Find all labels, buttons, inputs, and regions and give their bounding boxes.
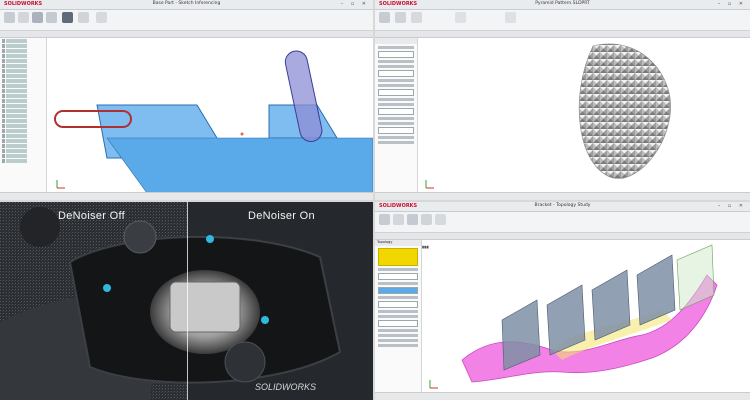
axis-triad-icon bbox=[425, 180, 434, 189]
caption-denoiser-off: DeNoiser Off bbox=[58, 210, 125, 222]
title-bar: SOLIDWORKS Base Part - Sketch Inferencin… bbox=[0, 0, 373, 10]
ribbon-button[interactable] bbox=[32, 12, 43, 23]
property-manager[interactable]: Topology bbox=[375, 240, 422, 392]
status-bar: ▭ ▭ ▭ ▭ bbox=[375, 392, 750, 400]
ribbon-button[interactable] bbox=[435, 214, 446, 225]
graphics-area[interactable] bbox=[422, 240, 750, 393]
window-controls[interactable]: – ▫ ✕ bbox=[718, 203, 746, 209]
ribbon-tabs[interactable]: ▮▮▮▮▮▮▮▮▮▮▮▮▮▮▮▮▮ bbox=[375, 233, 750, 249]
feature-tree[interactable] bbox=[0, 38, 47, 192]
command-manager[interactable] bbox=[0, 10, 373, 31]
title-bar: SOLIDWORKS Pyramid Pattern.SLDPRT – ▫ ✕ bbox=[375, 0, 750, 10]
axis-triad-icon bbox=[429, 380, 438, 389]
model-base bbox=[106, 137, 373, 193]
ribbon-button[interactable] bbox=[393, 214, 404, 225]
ribbon-button[interactable] bbox=[62, 12, 73, 23]
ribbon-button[interactable] bbox=[379, 12, 390, 23]
caption-denoiser-on: DeNoiser On bbox=[248, 210, 315, 222]
ribbon-button[interactable] bbox=[96, 12, 107, 23]
ribbon-button[interactable] bbox=[18, 12, 29, 23]
ribbon-button[interactable] bbox=[505, 12, 516, 23]
ribbon-tabs[interactable]: ▮▮▮▮▮▮▮▮▮▮▮▮ bbox=[0, 31, 373, 47]
render-comparison: DeNoiser Off DeNoiser On SOLIDWORKS bbox=[0, 202, 373, 400]
window-title: Base Part - Sketch Inferencing bbox=[152, 1, 221, 6]
axis-triad-icon bbox=[56, 180, 65, 189]
window-title: Pyramid Pattern.SLDPRT bbox=[535, 1, 590, 6]
ribbon-button[interactable] bbox=[4, 12, 15, 23]
status-bar: ▭ ▭ ▭ bbox=[375, 192, 750, 200]
texture-window: SOLIDWORKS Pyramid Pattern.SLDPRT – ▫ ✕ … bbox=[375, 0, 750, 200]
origin-marker bbox=[240, 132, 244, 136]
command-manager[interactable] bbox=[375, 212, 750, 233]
ribbon-button[interactable] bbox=[379, 214, 390, 225]
ribbon-button[interactable] bbox=[395, 12, 406, 23]
window-controls[interactable]: – ▫ ✕ bbox=[341, 1, 369, 7]
topology-window: SOLIDWORKS Bracket - Topology Study – ▫ … bbox=[375, 202, 750, 400]
window-title: Bracket - Topology Study bbox=[534, 203, 591, 208]
sketch-window: SOLIDWORKS Base Part - Sketch Inferencin… bbox=[0, 0, 373, 200]
comparison-divider[interactable] bbox=[187, 202, 188, 400]
graphics-area[interactable] bbox=[418, 38, 750, 193]
pm-header: Topology bbox=[375, 240, 421, 246]
command-manager[interactable] bbox=[375, 10, 750, 31]
window-controls[interactable]: – ▫ ✕ bbox=[718, 1, 746, 7]
status-bar: ▭ ▭ ▭ bbox=[0, 192, 373, 200]
ribbon-button[interactable] bbox=[411, 12, 422, 23]
ribbon-button[interactable] bbox=[455, 12, 466, 23]
ribbon-button[interactable] bbox=[78, 12, 89, 23]
ribbon-button[interactable] bbox=[421, 214, 432, 225]
brand-watermark: SOLIDWORKS bbox=[255, 382, 317, 392]
ribbon-button[interactable] bbox=[46, 12, 57, 23]
ribbon-tabs[interactable]: ▮▮▮▮▮▮▮▮▮▮▮▮▮ bbox=[375, 31, 750, 47]
graphics-area[interactable] bbox=[47, 38, 373, 193]
ribbon-button[interactable] bbox=[407, 214, 418, 225]
title-bar: SOLIDWORKS Bracket - Topology Study – ▫ … bbox=[375, 202, 750, 212]
section-plane bbox=[636, 254, 676, 326]
pm-message-box bbox=[378, 248, 418, 266]
pyramid-texture-body bbox=[578, 43, 672, 179]
property-manager[interactable] bbox=[375, 38, 418, 192]
